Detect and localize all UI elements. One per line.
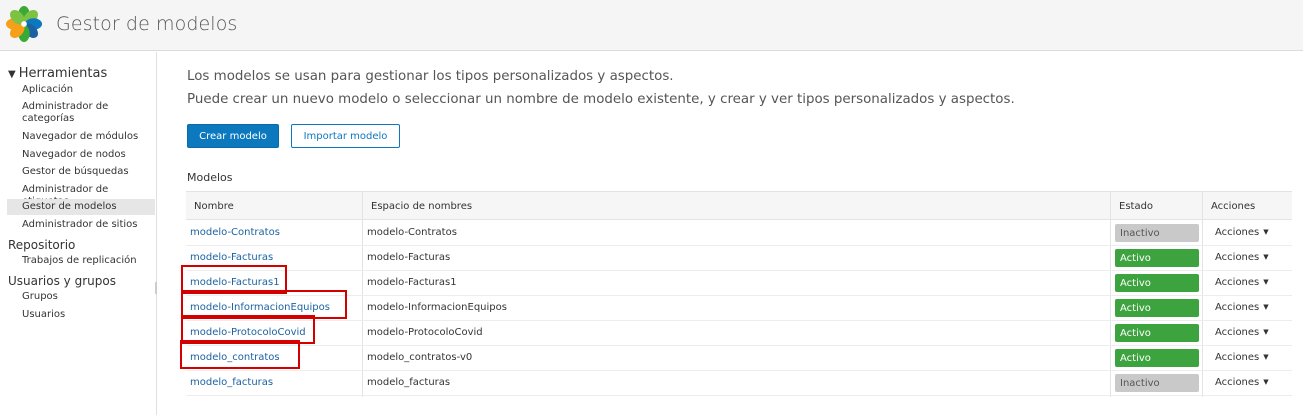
status-badge: Activo [1115,249,1199,267]
actions-label: Acciones [1215,327,1260,338]
sidebar-group-repositorio[interactable]: Repositorio [8,238,75,252]
sidebar: ▼ Herramientas Aplicación Administrador d… [0,52,157,415]
table-row: modelo-InformacionEquipos modelo-Informac… [186,296,1292,321]
intro-text-line-2: Puede crear un nuevo modelo o selecciona… [187,92,1015,107]
intro-text-line-1: Los modelos se usan para gestionar los t… [187,69,674,84]
models-section-title: Modelos [187,171,233,184]
sidebar-group-usuarios-y-grupos[interactable]: Usuarios y grupos [8,274,116,288]
column-header-name[interactable]: Nombre [194,201,234,212]
model-namespace: modelo_facturas [367,377,451,388]
model-namespace: modelo_contratos-v0 [367,352,473,363]
caret-down-icon: ▼ [8,69,16,80]
column-header-namespace[interactable]: Espacio de nombres [371,201,472,212]
column-header-actions: Acciones [1211,201,1256,212]
sidebar-item-gestor-de-busquedas[interactable]: Gestor de búsquedas [22,166,156,178]
caret-down-icon: ▼ [1263,228,1269,236]
table-row: modelo-ProtocoloCovid modelo-ProtocoloCov… [186,321,1292,346]
actions-dropdown[interactable]: Acciones ▼ [1215,277,1269,288]
table-row: modelo_contratos modelo_contratos-v0 Activ… [186,346,1292,371]
import-model-button[interactable]: Importar modelo [291,124,400,148]
create-model-button[interactable]: Crear modelo [187,124,279,148]
caret-down-icon: ▼ [1263,278,1269,286]
actions-label: Acciones [1215,277,1260,288]
model-name-link[interactable]: modelo_facturas [190,377,273,388]
sidebar-item-navegador-de-modulos[interactable]: Navegador de módulos [22,131,156,143]
model-name-link[interactable]: modelo-InformacionEquipos [190,302,330,313]
sidebar-item-grupos[interactable]: Grupos [22,291,156,303]
model-namespace: modelo-ProtocoloCovid [367,327,483,338]
table-row: modelo-Facturas modelo-Facturas Activo Acci… [186,246,1292,271]
status-badge: Inactivo [1115,374,1199,392]
sidebar-item-administrador-de-categorias[interactable]: Administrador de categorías [22,101,156,125]
status-badge: Activo [1115,349,1199,367]
actions-dropdown[interactable]: Acciones ▼ [1215,327,1269,338]
model-namespace: modelo-InformacionEquipos [367,302,507,313]
caret-down-icon: ▼ [1263,303,1269,311]
caret-down-icon: ▼ [1263,328,1269,336]
caret-down-icon: ▼ [1263,253,1269,261]
column-header-status[interactable]: Estado [1119,201,1153,212]
actions-label: Acciones [1215,252,1260,263]
status-badge: Activo [1115,324,1199,342]
page-title: Gestor de modelos [56,13,238,35]
app-header: Gestor de modelos [0,0,1303,51]
table-header: Nombre Espacio de nombres Estado Accione… [186,192,1292,220]
actions-label: Acciones [1215,302,1260,313]
caret-down-icon: ▼ [1263,353,1269,361]
actions-label: Acciones [1215,227,1260,238]
status-badge: Inactivo [1115,224,1199,242]
sidebar-item-trabajos-de-replicacion[interactable]: Trabajos de replicación [22,255,156,267]
actions-dropdown[interactable]: Acciones ▼ [1215,227,1269,238]
model-namespace: modelo-Contratos [367,227,457,238]
actions-label: Acciones [1215,352,1260,363]
model-namespace: modelo-Facturas1 [367,277,457,288]
model-name-link[interactable]: modelo-Facturas1 [190,277,280,288]
caret-down-icon: ▼ [1263,378,1269,386]
sidebar-item-usuarios[interactable]: Usuarios [22,309,156,321]
model-name-link[interactable]: modelo-Contratos [190,227,280,238]
status-badge: Activo [1115,274,1199,292]
actions-dropdown[interactable]: Acciones ▼ [1215,352,1269,363]
actions-dropdown[interactable]: Acciones ▼ [1215,302,1269,313]
status-badge: Activo [1115,299,1199,317]
model-name-link[interactable]: modelo_contratos [190,352,280,363]
sidebar-group-label: Herramientas [18,66,108,81]
models-table: Nombre Espacio de nombres Estado Accione… [186,191,1292,397]
actions-dropdown[interactable]: Acciones ▼ [1215,252,1269,263]
actions-dropdown[interactable]: Acciones ▼ [1215,377,1269,388]
alfresco-logo-icon [5,5,43,43]
model-name-link[interactable]: modelo-ProtocoloCovid [190,327,306,338]
model-name-link[interactable]: modelo-Facturas [190,252,273,263]
sidebar-resize-handle[interactable] [155,282,157,294]
table-row: modelo_facturas modelo_facturas Inactivo Ac… [186,371,1292,396]
sidebar-item-gestor-de-modelos[interactable]: Gestor de modelos [22,201,156,213]
table-row: modelo-Facturas1 modelo-Facturas1 Activo Ac… [186,271,1292,296]
model-namespace: modelo-Facturas [367,252,451,263]
sidebar-item-navegador-de-nodos[interactable]: Navegador de nodos [22,149,156,161]
sidebar-item-administrador-de-sitios[interactable]: Administrador de sitios [22,219,156,231]
actions-label: Acciones [1215,377,1260,388]
table-row: modelo-Contratos modelo-Contratos Inactivo… [186,221,1292,246]
sidebar-group-herramientas[interactable]: ▼ Herramientas [8,66,107,81]
sidebar-item-aplicacion[interactable]: Aplicación [22,84,156,96]
